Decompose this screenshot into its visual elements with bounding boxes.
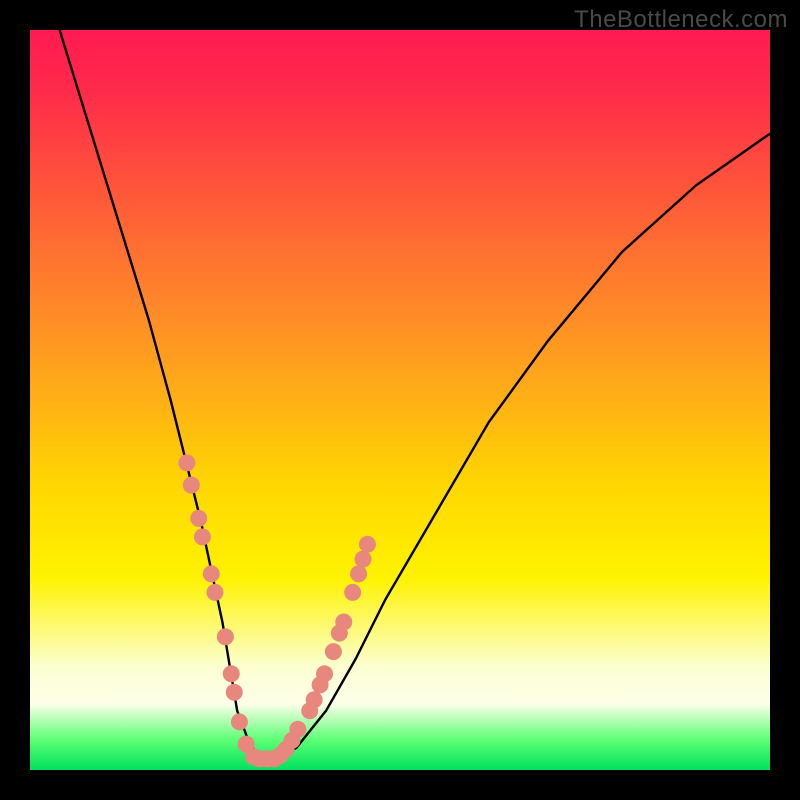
marker-dot xyxy=(203,565,220,582)
marker-dot xyxy=(325,643,342,660)
marker-dot xyxy=(223,665,240,682)
marker-dot xyxy=(289,721,306,738)
curve-layer xyxy=(30,30,770,770)
marker-dot xyxy=(226,684,243,701)
marker-dot xyxy=(183,477,200,494)
marker-dot xyxy=(306,691,323,708)
marker-dot xyxy=(355,551,372,568)
chart-stage: TheBottleneck.com xyxy=(0,0,800,800)
marker-dot xyxy=(207,584,224,601)
marker-dot xyxy=(359,536,376,553)
marker-dot xyxy=(194,528,211,545)
marker-dot xyxy=(231,713,248,730)
marker-dot xyxy=(350,565,367,582)
marker-dot xyxy=(178,454,195,471)
marker-dot xyxy=(335,614,352,631)
main-curve xyxy=(60,30,770,759)
marker-dot xyxy=(316,665,333,682)
marker-dot xyxy=(217,628,234,645)
marker-dot xyxy=(190,510,207,527)
plot-area xyxy=(30,30,770,770)
watermark-text: TheBottleneck.com xyxy=(574,6,788,34)
marker-dots-left xyxy=(178,454,282,767)
marker-dot xyxy=(344,584,361,601)
